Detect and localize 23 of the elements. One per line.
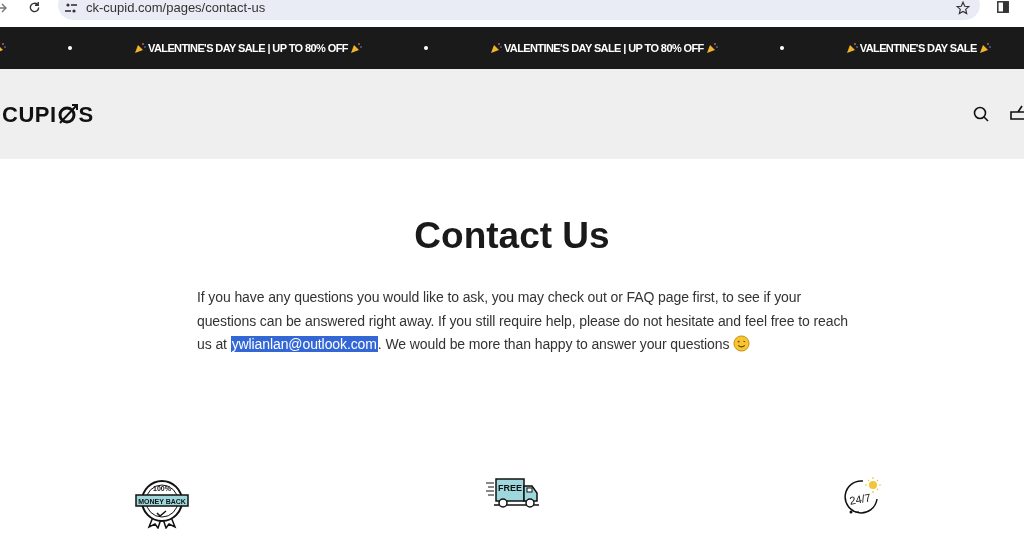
party-popper-icon: [349, 42, 362, 54]
url-text[interactable]: ck-cupid.com/pages/contact-us: [86, 1, 266, 14]
logo[interactable]: CUPI S: [2, 97, 94, 131]
sale-announcement[interactable]: VALENTINE'S DAY SALE | UP TO 80% OFF: [503, 39, 704, 57]
sale-announcement[interactable]: VALENTINE'S DAY SALE: [859, 39, 977, 57]
reload-icon[interactable]: [28, 1, 41, 14]
page-title: Contact Us: [414, 214, 610, 258]
smiley-icon: [733, 335, 751, 352]
address-bar[interactable]: ck-cupid.com/pages/contact-us: [58, 0, 980, 20]
party-popper-icon: [705, 42, 718, 54]
party-popper-icon: [134, 42, 146, 54]
search-icon[interactable]: [973, 106, 989, 122]
sale-announcement[interactable]: VALENTINE'S DAY SALE | UP TO 80% OFF: [148, 39, 348, 57]
cart-icon[interactable]: [1010, 104, 1024, 122]
party-popper-icon: [978, 42, 991, 54]
site-info-icon[interactable]: [65, 3, 77, 13]
party-popper-icon: [489, 42, 502, 54]
side-panel-icon[interactable]: [997, 1, 1009, 13]
bookmark-star-icon[interactable]: [956, 1, 970, 15]
party-popper-icon: [845, 42, 858, 54]
email-link[interactable]: ywlianlan@outlook.com: [230, 336, 378, 352]
contact-paragraph: If you have any questions you would like to ask, you may check out or FAQ page first, to see if your questions can be answered right away. If you still require help, please do not hesitate and feel free to reach us at ywlianlan@outlook.com. We would be more than happy to answer your questions: [197, 288, 850, 354]
ring-arrow-icon: [56, 102, 79, 126]
